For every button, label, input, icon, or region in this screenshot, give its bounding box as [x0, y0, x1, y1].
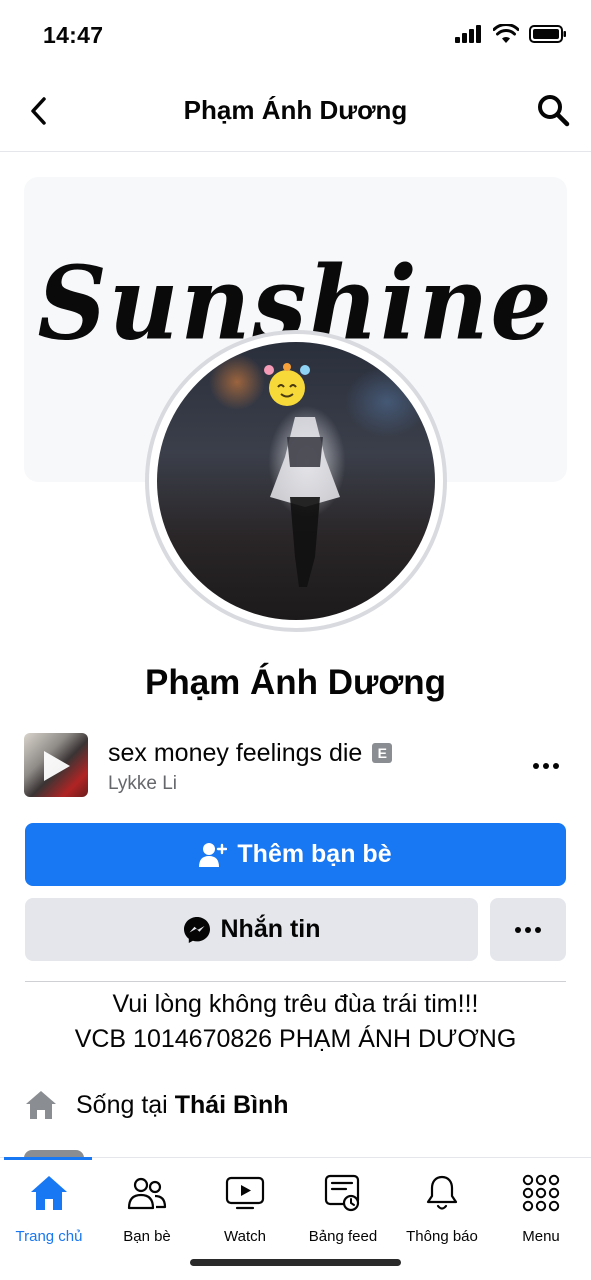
wifi-icon	[493, 24, 519, 43]
search-icon	[538, 95, 570, 127]
profile-picture[interactable]	[145, 330, 447, 632]
tab-friends[interactable]: Bạn bè	[98, 1158, 196, 1248]
home-indicator[interactable]	[190, 1259, 401, 1266]
lives-in-prefix: Sống tại	[76, 1090, 168, 1119]
bell-icon	[426, 1175, 458, 1210]
tab-label: Bạn bè	[123, 1228, 171, 1245]
status-time: 14:47	[43, 22, 104, 48]
song-artist: Lykke Li	[108, 773, 177, 794]
music-more-button[interactable]	[531, 751, 561, 781]
tab-home[interactable]: Trang chủ	[0, 1158, 98, 1248]
album-art[interactable]	[24, 733, 88, 797]
avatar-figure	[270, 417, 340, 587]
home-icon	[26, 1091, 56, 1119]
feed-icon	[324, 1174, 360, 1212]
more-dot	[525, 926, 531, 933]
more-dot	[533, 763, 539, 769]
divider	[25, 981, 566, 982]
add-friend-label: Thêm bạn bè	[237, 840, 392, 868]
add-friend-icon	[199, 842, 228, 867]
more-actions-button[interactable]	[490, 898, 566, 961]
tab-label: Trang chủ	[15, 1228, 83, 1245]
play-icon	[44, 751, 70, 781]
tab-feeds[interactable]: Bảng feed	[294, 1158, 392, 1248]
profile-name: Phạm Ánh Dương	[144, 663, 447, 702]
explicit-badge: E	[372, 743, 393, 763]
lives-in-text: Sống tại Thái Bình	[76, 1091, 289, 1120]
search-button[interactable]	[535, 92, 571, 128]
more-dot	[553, 763, 559, 769]
bio-line: Vui lòng không trêu đùa trái tim!!!	[112, 990, 479, 1018]
lives-in-row: Sống tại Thái Bình	[24, 1085, 567, 1125]
message-label: Nhắn tin	[220, 915, 321, 943]
emoji-sticker	[264, 363, 310, 406]
tab-label: Watch	[224, 1228, 266, 1245]
menu-grid-icon	[522, 1174, 560, 1212]
message-button[interactable]: Nhắn tin	[25, 898, 478, 961]
battery-icon	[529, 25, 566, 43]
nav-header: Phạm Ánh Dương	[0, 70, 591, 152]
more-dot	[515, 926, 521, 933]
back-button[interactable]	[22, 94, 56, 128]
tab-label: Menu	[522, 1228, 560, 1245]
bio: Vui lòng không trêu đùa trái tim!!! VCB …	[0, 987, 591, 1057]
tab-watch[interactable]: Watch	[196, 1158, 294, 1248]
cellular-signal-icon	[455, 25, 481, 43]
avatar	[157, 342, 435, 620]
page-title: Phạm Ánh Dương	[183, 95, 408, 125]
add-friend-button[interactable]: Thêm bạn bè	[25, 823, 566, 886]
tab-menu[interactable]: Menu	[492, 1158, 590, 1248]
tab-label: Thông báo	[406, 1228, 478, 1245]
watch-icon	[225, 1176, 265, 1210]
chevron-left-icon	[31, 97, 46, 125]
status-bar: 14:47	[0, 0, 591, 70]
more-dot	[543, 763, 549, 769]
song-title: sex money feelings die	[108, 739, 363, 767]
more-dot	[535, 926, 541, 933]
tab-notifications[interactable]: Thông báo	[393, 1158, 491, 1248]
friends-icon	[127, 1177, 167, 1210]
profile-music[interactable]: sex money feelings die E Lykke Li	[24, 733, 567, 799]
lives-in-place[interactable]: Thái Bình	[175, 1091, 289, 1119]
status-icons	[455, 24, 567, 44]
tab-label: Bảng feed	[308, 1228, 378, 1245]
messenger-icon	[183, 916, 210, 943]
home-icon	[31, 1176, 67, 1210]
bio-line: VCB 1014670826 PHẠM ÁNH DƯƠNG	[74, 1025, 517, 1053]
song-title-row: sex money feelings die E	[108, 739, 393, 768]
